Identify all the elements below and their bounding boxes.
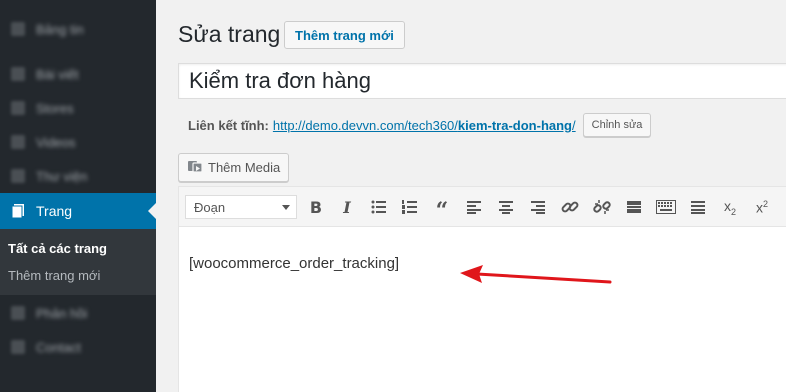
chevron-down-icon — [282, 205, 290, 210]
add-new-page-button[interactable]: Thêm trang mới — [284, 21, 405, 49]
sidebar-item-stores[interactable]: Stores — [0, 91, 156, 125]
bullet-list-icon — [371, 200, 386, 214]
dashboard-icon — [0, 22, 36, 36]
bullet-list-button[interactable] — [366, 195, 392, 219]
pages-submenu: Tất cả các trang Thêm trang mới — [0, 229, 156, 295]
toolbar-toggle-button[interactable] — [653, 195, 679, 219]
subscript-icon: x2 — [723, 197, 736, 217]
sidebar-item-pages[interactable]: Trang — [0, 193, 156, 229]
permalink-row: Liên kết tĩnh: http://demo.devvn.com/tec… — [188, 113, 652, 137]
align-right-icon — [531, 201, 545, 214]
align-right-button[interactable] — [525, 195, 551, 219]
sidebar-item-posts[interactable]: Bài viết — [0, 57, 156, 91]
blockquote-icon: “ — [435, 198, 449, 224]
unlink-icon — [593, 200, 611, 214]
link-icon — [561, 201, 579, 213]
align-left-button[interactable] — [461, 195, 487, 219]
bold-button[interactable]: B — [303, 195, 329, 219]
format-select-value: Đoạn — [194, 199, 226, 215]
sidebar-item-comments[interactable]: Phản hồi — [0, 296, 156, 330]
italic-icon: I — [343, 197, 351, 217]
keyboard-icon — [656, 200, 676, 214]
numbered-list-icon — [402, 200, 417, 214]
annotation-arrow — [460, 265, 612, 284]
content-editor: Đoạn B I “ x2 x2 [woocommerce_order_trac… — [178, 186, 786, 392]
sidebar-item-media[interactable]: Thư viện — [0, 159, 156, 193]
superscript-button[interactable]: x2 — [749, 195, 775, 219]
read-more-icon — [627, 201, 641, 213]
pages-icon — [0, 203, 36, 219]
justify-icon — [691, 201, 705, 214]
blockquote-button[interactable]: “ — [429, 195, 455, 224]
italic-button[interactable]: I — [334, 195, 360, 219]
permalink-tail: / — [572, 117, 576, 133]
numbered-list-button[interactable] — [397, 195, 423, 219]
subscript-button[interactable]: x2 — [717, 195, 743, 219]
justify-button[interactable] — [685, 195, 711, 219]
comments-icon — [0, 306, 36, 320]
pin-icon — [0, 67, 36, 81]
insert-link-button[interactable] — [557, 195, 583, 219]
store-icon — [0, 101, 36, 115]
read-more-button[interactable] — [621, 195, 647, 219]
editor-toolbar: Đoạn B I “ x2 x2 — [179, 187, 786, 227]
edit-slug-button[interactable]: Chỉnh sửa — [582, 113, 652, 137]
remove-link-button[interactable] — [589, 195, 615, 219]
active-indicator — [148, 203, 156, 219]
submenu-add-new-page[interactable]: Thêm trang mới — [8, 268, 100, 283]
sidebar-item-dashboard[interactable]: Bảng tin — [0, 12, 156, 46]
video-icon — [0, 135, 36, 149]
superscript-icon: x2 — [755, 198, 768, 216]
media-icon — [187, 158, 203, 177]
permalink-slug: kiem-tra-don-hang — [457, 117, 573, 133]
format-select[interactable]: Đoạn — [185, 195, 297, 219]
submenu-all-pages[interactable]: Tất cả các trang — [8, 241, 107, 256]
align-center-button[interactable] — [493, 195, 519, 219]
align-center-icon — [499, 201, 513, 214]
add-media-button[interactable]: Thêm Media — [178, 153, 290, 182]
permalink-base: http://demo.devvn.com/tech360/ — [272, 117, 458, 133]
bold-icon: B — [309, 197, 323, 217]
post-title-input[interactable]: Kiểm tra đơn hàng — [178, 63, 786, 99]
permalink-link[interactable]: http://demo.devvn.com/tech360/kiem-tra-d… — [273, 118, 576, 133]
sidebar-item-contact[interactable]: Contact — [0, 330, 156, 364]
add-media-label: Thêm Media — [208, 160, 281, 175]
page-title: Sửa trang — [178, 21, 281, 47]
editor-content[interactable]: [woocommerce_order_tracking] — [189, 255, 399, 272]
contact-icon — [0, 340, 36, 354]
sidebar-item-videos[interactable]: Videos — [0, 125, 156, 159]
permalink-label: Liên kết tĩnh: — [188, 117, 269, 133]
media-icon — [0, 169, 36, 183]
align-left-icon — [467, 201, 481, 214]
admin-sidebar: Bảng tin Bài viết Stores Videos Thư viện… — [0, 0, 156, 392]
